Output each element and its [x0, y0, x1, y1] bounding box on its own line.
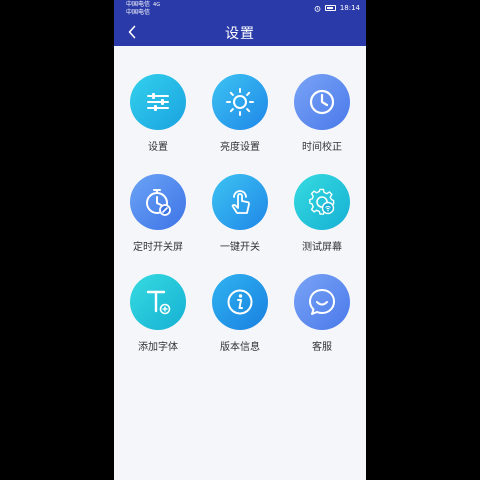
phone-screen: 中国电信 4G 中国电信 18:14 设置 设置 亮度设置 时间校正 定时开关屏…: [114, 0, 366, 480]
time-correction-circle: [294, 74, 350, 130]
time-correction-tile[interactable]: 时间校正: [282, 74, 362, 166]
one-key-switch-circle: [212, 174, 268, 230]
customer-service-tile[interactable]: 客服: [282, 274, 362, 366]
status-time: 18:14: [339, 4, 360, 12]
test-gear-icon: [309, 188, 335, 215]
brightness-circle: [212, 74, 268, 130]
carrier-block: 中国电信 4G 中国电信: [126, 1, 160, 16]
battery-icon: [324, 5, 336, 11]
timer-icon: [146, 189, 171, 216]
timer-switch-circle: [130, 174, 186, 230]
test-screen-tile[interactable]: 测试屏幕: [282, 174, 362, 266]
status-right: 18:14: [314, 4, 360, 12]
carrier-1: 中国电信 4G: [126, 1, 160, 9]
tap-icon: [231, 190, 250, 214]
tile-label-customer-service: 客服: [312, 342, 332, 353]
tile-label-one-key-switch: 一键开关: [220, 242, 260, 253]
brightness-tile[interactable]: 亮度设置: [200, 74, 280, 166]
settings-tile[interactable]: 设置: [118, 74, 198, 166]
sun-icon: [226, 88, 254, 116]
alarm-icon: [314, 5, 321, 12]
tile-label-add-font: 添加字体: [138, 342, 178, 353]
add-font-tile[interactable]: 添加字体: [118, 274, 198, 366]
sliders-icon: [147, 93, 169, 111]
customer-service-circle: [294, 274, 350, 330]
test-screen-circle: [294, 174, 350, 230]
tile-label-brightness: 亮度设置: [220, 142, 260, 153]
add-font-icon: [146, 290, 171, 315]
version-info-tile[interactable]: 版本信息: [200, 274, 280, 366]
tile-label-timer-switch: 定时开关屏: [133, 242, 183, 253]
version-info-circle: [212, 274, 268, 330]
network-label: 4G: [153, 2, 161, 8]
tile-label-version-info: 版本信息: [220, 342, 260, 353]
title-bar: 设置: [114, 18, 366, 46]
carrier-2-label: 中国电信: [126, 9, 151, 16]
clock-icon: [309, 89, 335, 115]
chat-icon: [309, 289, 335, 315]
page-title: 设置: [225, 26, 255, 42]
one-key-switch-tile[interactable]: 一键开关: [200, 174, 280, 266]
tile-label-test-screen: 测试屏幕: [302, 242, 342, 253]
timer-switch-tile[interactable]: 定时开关屏: [118, 174, 198, 266]
info-icon: [227, 289, 253, 315]
tile-label-settings: 设置: [148, 142, 168, 153]
status-bar: 中国电信 4G 中国电信 18:14: [114, 0, 366, 18]
add-font-circle: [130, 274, 186, 330]
tile-label-time-correction: 时间校正: [302, 142, 342, 153]
carrier-1-label: 中国电信: [126, 1, 151, 8]
settings-circle: [130, 74, 186, 130]
